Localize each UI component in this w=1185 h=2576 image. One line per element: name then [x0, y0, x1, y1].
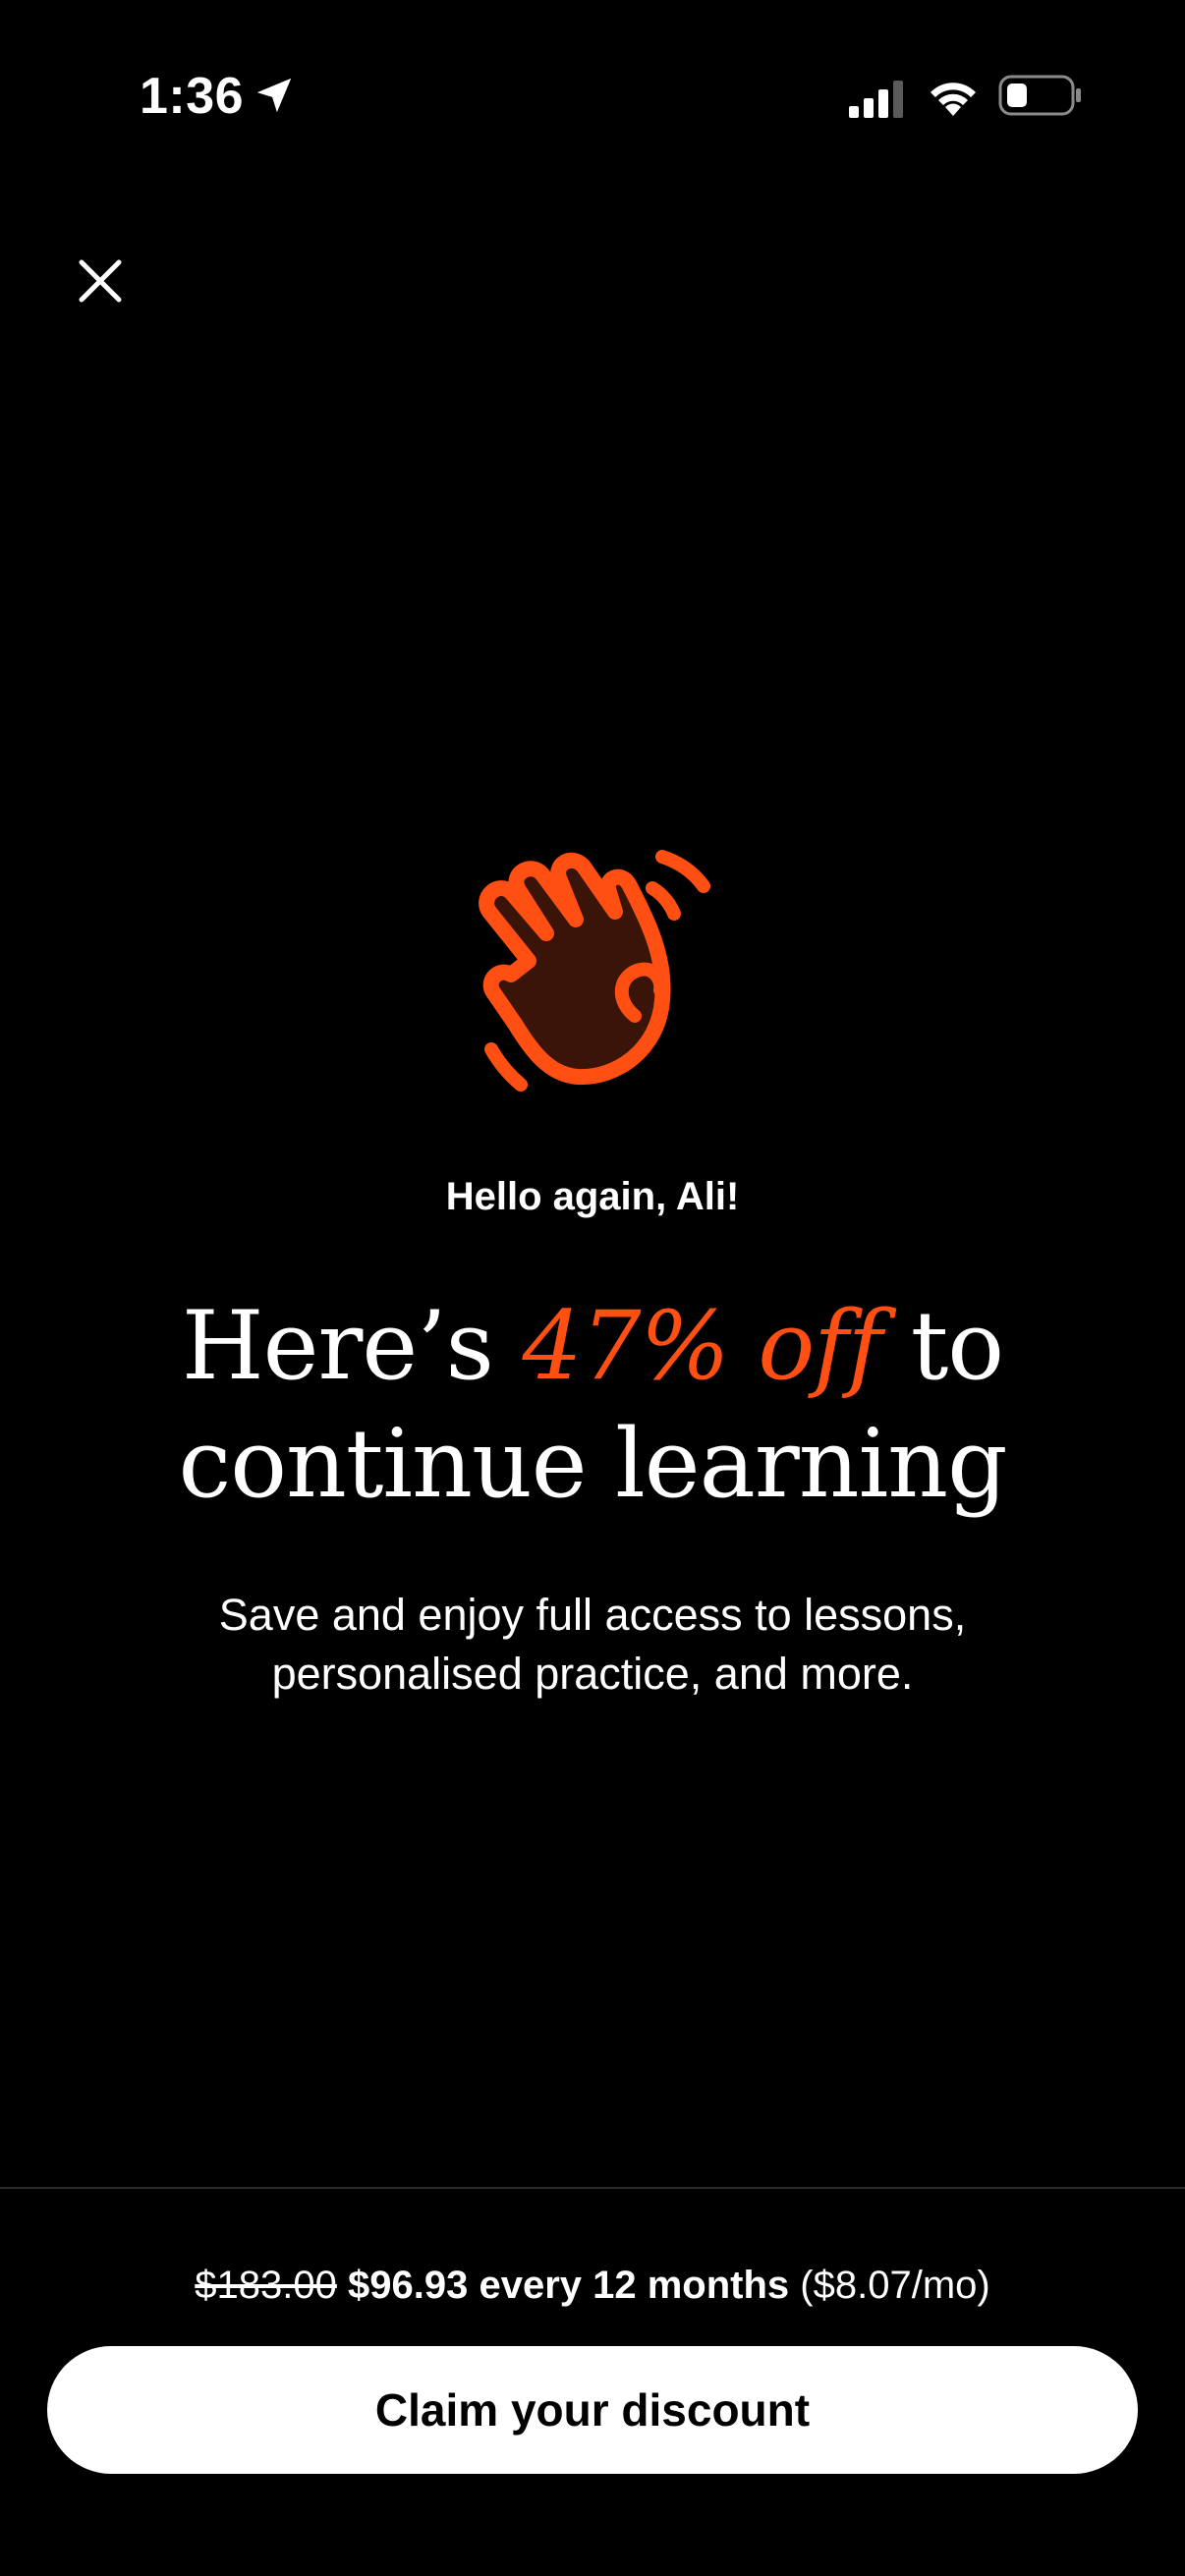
headline-line2: continue learning: [178, 1409, 1007, 1519]
headline-discount: 47% off: [522, 1291, 882, 1401]
wifi-icon: [931, 83, 976, 116]
new-price: $96.93 every 12 months: [348, 2264, 790, 2307]
status-time: 1:36: [140, 68, 245, 125]
close-button[interactable]: [65, 246, 136, 316]
location-arrow-icon: [256, 78, 292, 113]
headline: Here’s 47% off to continue learning: [59, 1287, 1126, 1523]
headline-prefix: Here’s: [181, 1291, 523, 1401]
headline-suffix: to: [881, 1291, 1004, 1401]
monthly-price: ($8.07/mo): [800, 2264, 990, 2307]
status-bar: 1:36: [0, 0, 1185, 187]
footer-divider: [0, 2187, 1185, 2189]
price-summary: $183.00 $96.93 every 12 months ($8.07/mo…: [0, 2256, 1185, 2315]
old-price: $183.00: [195, 2264, 337, 2307]
close-icon: [79, 259, 122, 303]
subtitle-text: Save and enjoy full access to lessons, p…: [218, 1590, 967, 1699]
waving-hand-icon: [479, 850, 710, 1092]
claim-discount-button[interactable]: Claim your discount: [47, 2346, 1138, 2474]
battery-icon: [998, 75, 1081, 116]
greeting-text: Hello again, Ali!: [445, 1175, 740, 1218]
cellular-signal-icon: [849, 81, 903, 118]
